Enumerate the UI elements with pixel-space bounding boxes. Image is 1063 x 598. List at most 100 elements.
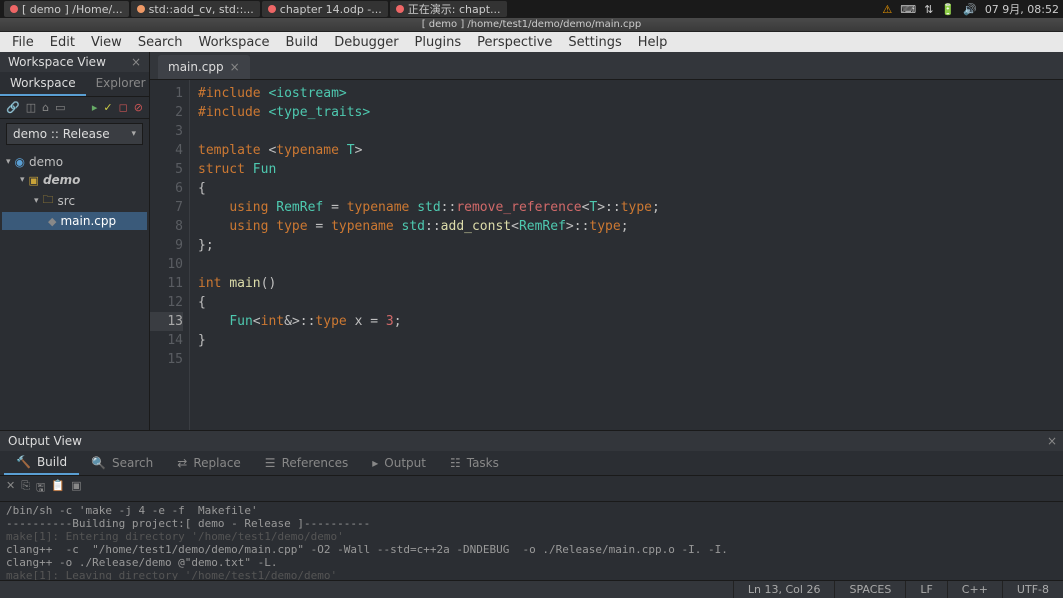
ref-icon: ☰ <box>265 456 276 470</box>
editor-area: main.cpp × 1 2 3 4 5 6 7 8 9 10 11 12 13… <box>150 52 1063 430</box>
project-tree: ▾ ◉ demo ▾ ▣ demo ▾ 🗀 src ◆ main.cpp <box>0 149 149 234</box>
close-icon[interactable]: × <box>230 60 240 74</box>
status-encoding[interactable]: UTF-8 <box>1002 581 1063 598</box>
status-cursor-pos[interactable]: Ln 13, Col 26 <box>733 581 835 598</box>
line-number: 14 <box>150 331 183 350</box>
code-line: struct Fun <box>198 160 660 179</box>
system-taskbar: [ demo ] /Home/... std::add_cv, std::...… <box>0 0 1063 18</box>
tab-label: Replace <box>193 456 240 470</box>
nav-icon[interactable]: ◫ <box>26 101 36 114</box>
close-icon[interactable]: × <box>1047 434 1057 448</box>
taskbar-label: 正在演示: chapt... <box>408 1 501 17</box>
tree-folder-src[interactable]: ▾ 🗀 src <box>2 189 147 212</box>
keyboard-icon[interactable]: ⌨ <box>900 3 916 16</box>
menu-workspace[interactable]: Workspace <box>190 35 277 50</box>
line-number: 10 <box>150 255 183 274</box>
output-panel-title: Output View × <box>0 431 1063 451</box>
chevron-down-icon: ▾ <box>20 175 25 185</box>
code-line: Fun<int&>::type x = 3; <box>198 312 660 331</box>
taskbar-item-0[interactable]: [ demo ] /Home/... <box>4 1 129 17</box>
code-line: template <typename T> <box>198 141 660 160</box>
status-lang[interactable]: C++ <box>947 581 1002 598</box>
down-icon[interactable]: ▣ <box>71 479 81 498</box>
line-gutter: 1 2 3 4 5 6 7 8 9 10 11 12 13 14 15 <box>150 80 190 430</box>
run-icon[interactable]: ▸ <box>92 101 98 114</box>
menu-file[interactable]: File <box>4 35 42 50</box>
chevron-down-icon: ▾ <box>131 129 136 139</box>
tree-project[interactable]: ▾ ▣ demo <box>2 171 147 189</box>
line-number: 8 <box>150 217 183 236</box>
output-tab-output[interactable]: ▸Output <box>360 451 438 475</box>
output-tab-search[interactable]: 🔍Search <box>79 451 165 475</box>
tab-explorer[interactable]: Explorer <box>86 72 156 96</box>
paste-icon[interactable]: 📋 <box>51 479 65 498</box>
close-icon[interactable]: × <box>131 55 141 69</box>
output-console[interactable]: /bin/sh -c 'make -j 4 -e -f Makefile'---… <box>0 502 1063 580</box>
editor-tabs: main.cpp × <box>150 52 1063 80</box>
output-line: clang++ -o ./Release/demo @"demo.txt" -L… <box>6 556 1057 569</box>
code-line: }; <box>198 236 660 255</box>
menu-search[interactable]: Search <box>130 35 191 50</box>
folder-icon: ▣ <box>29 174 39 187</box>
taskbar-item-1[interactable]: std::add_cv, std::... <box>131 1 260 17</box>
line-number: 3 <box>150 122 183 141</box>
menu-help[interactable]: Help <box>630 35 676 50</box>
line-number: 5 <box>150 160 183 179</box>
output-line: make[1]: Entering directory '/home/test1… <box>6 530 1057 543</box>
status-spaces[interactable]: SPACES <box>834 581 905 598</box>
taskbar-item-2[interactable]: chapter 14.odp -... <box>262 1 388 17</box>
output-tab-tasks[interactable]: ☷Tasks <box>438 451 511 475</box>
code-content[interactable]: #include <iostream>#include <type_traits… <box>190 80 660 430</box>
battery-icon[interactable]: 🔋 <box>941 3 955 16</box>
updown-icon[interactable]: ⇅ <box>924 3 933 16</box>
editor-tab-main[interactable]: main.cpp × <box>158 55 250 79</box>
volume-icon[interactable]: 🔊 <box>963 3 977 16</box>
tree-file-main[interactable]: ◆ main.cpp <box>2 212 147 230</box>
clear-icon[interactable]: ✕ <box>6 479 15 498</box>
statusbar: Ln 13, Col 26 SPACES LF C++ UTF-8 <box>0 580 1063 598</box>
code-editor[interactable]: 1 2 3 4 5 6 7 8 9 10 11 12 13 14 15 #inc… <box>150 80 1063 430</box>
output-tab-references[interactable]: ☰References <box>253 451 360 475</box>
tab-label: main.cpp <box>168 60 224 74</box>
hammer-icon: 🔨 <box>16 455 31 469</box>
save-icon[interactable]: 🖫 <box>36 479 45 498</box>
copy-icon[interactable]: ⎘ <box>21 479 30 498</box>
tree-label: demo <box>43 173 80 187</box>
home-icon[interactable]: ⌂ <box>42 101 49 114</box>
build-config-select[interactable]: demo :: Release ▾ <box>6 123 143 145</box>
code-line: int main() <box>198 274 660 293</box>
line-number: 6 <box>150 179 183 198</box>
tree-root[interactable]: ▾ ◉ demo <box>2 153 147 171</box>
taskbar-status-area: ⚠ ⌨ ⇅ 🔋 🔊 07 9月, 08:52 <box>882 1 1059 17</box>
taskbar-label: [ demo ] /Home/... <box>22 3 123 16</box>
clock[interactable]: 07 9月, 08:52 <box>985 1 1059 17</box>
line-number: 13 <box>150 312 183 331</box>
replace-icon: ⇄ <box>177 456 187 470</box>
app-icon <box>10 5 18 13</box>
menu-build[interactable]: Build <box>278 35 327 50</box>
menu-settings[interactable]: Settings <box>560 35 629 50</box>
menu-plugins[interactable]: Plugins <box>407 35 470 50</box>
menu-view[interactable]: View <box>83 35 130 50</box>
link-icon[interactable]: 🔗 <box>6 101 20 114</box>
taskbar-item-3[interactable]: 正在演示: chapt... <box>390 1 507 17</box>
check-icon[interactable]: ✓ <box>103 101 112 114</box>
line-number: 2 <box>150 103 183 122</box>
menu-perspective[interactable]: Perspective <box>469 35 560 50</box>
misc-icon[interactable]: ⊘ <box>134 101 143 114</box>
menu-debugger[interactable]: Debugger <box>326 35 406 50</box>
menu-edit[interactable]: Edit <box>42 35 83 50</box>
status-eol[interactable]: LF <box>905 581 946 598</box>
tab-workspace[interactable]: Workspace <box>0 72 86 96</box>
output-toolbar: ✕ ⎘ 🖫 📋 ▣ <box>0 476 1063 502</box>
stop-icon[interactable]: ◻ <box>119 101 128 114</box>
app-icon <box>137 5 145 13</box>
line-number: 1 <box>150 84 183 103</box>
output-tab-build[interactable]: 🔨Build <box>4 451 79 475</box>
warning-icon[interactable]: ⚠ <box>882 3 892 16</box>
output-tab-replace[interactable]: ⇄ Replace <box>165 451 253 475</box>
tree-label: src <box>58 194 76 208</box>
folder-icon[interactable]: ▭ <box>55 101 65 114</box>
output-tabs: 🔨Build 🔍Search ⇄ Replace ☰References ▸Out… <box>0 451 1063 476</box>
task-icon: ☷ <box>450 456 461 470</box>
